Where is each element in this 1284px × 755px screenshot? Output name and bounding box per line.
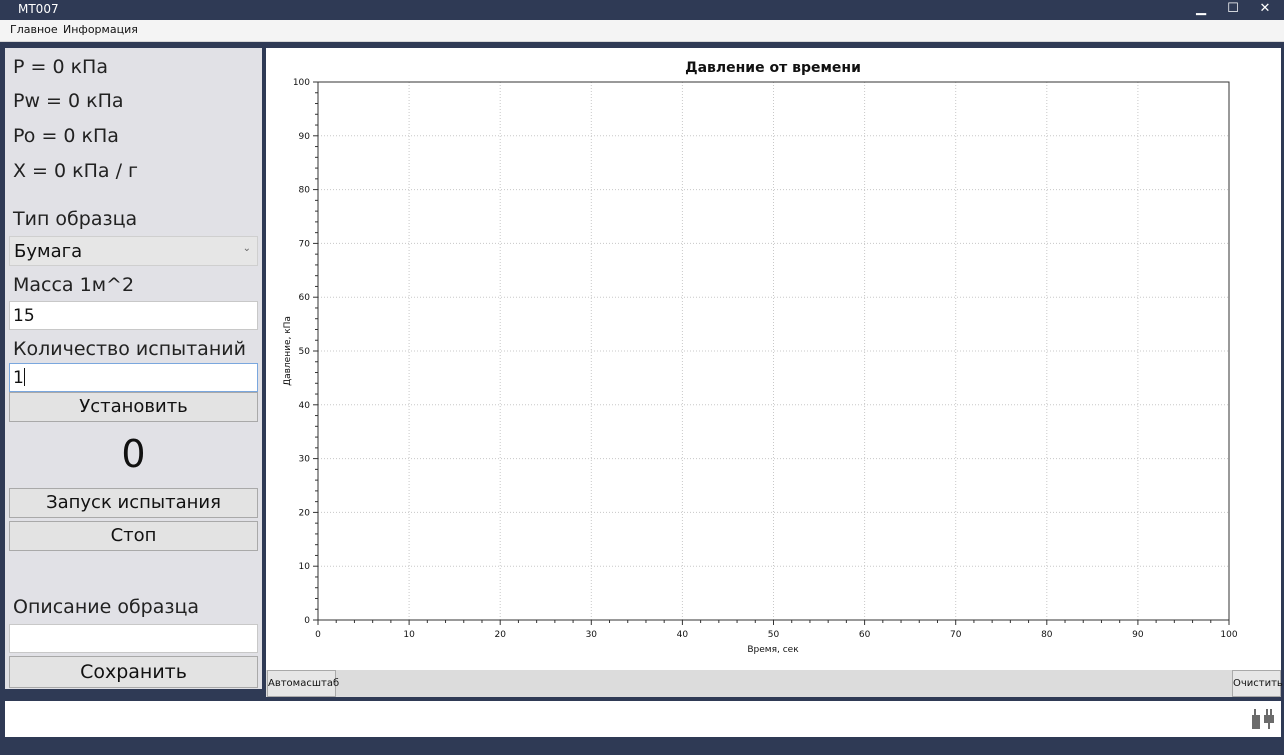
y-tick-label: 50 [299,347,311,357]
menu-item-main[interactable]: Главное [10,23,58,36]
pressure-chart: 0 10 20 30 40 50 60 70 80 90 100 0 10 20 30 40 50 60 70 80… [283,60,1238,655]
x-tick-label: 30 [586,630,598,640]
test-counter: 0 [121,432,146,476]
y-axis-ticks: 0 10 20 30 40 50 60 70 80 90 100 [293,78,318,626]
x-tick-label: 100 [1220,630,1237,640]
chart-toolbar [266,670,1281,697]
clear-button[interactable]: Очистить [1232,670,1283,697]
menu-item-info[interactable]: Информация [63,23,138,36]
x-tick-label: 80 [1041,630,1053,640]
text-caret [23,368,25,386]
y-tick-label: 90 [299,132,311,142]
status-bar [5,701,1281,737]
mass-label: Масса 1м^2 [13,274,135,296]
y-tick-label: 10 [299,562,311,572]
pressure-o-reading: Po = 0 кПа [13,125,119,147]
y-tick-label: 20 [299,508,311,518]
chart-grid [318,82,1229,620]
x-tick-label: 40 [677,630,689,640]
close-icon[interactable]: ✕ [1250,0,1280,20]
window-title: MT007 [18,2,59,16]
minor-ticks [315,92,1212,623]
tests-count-label: Количество испытаний [13,338,246,360]
y-tick-label: 100 [293,78,310,88]
tests-count-value: 1 [13,368,24,388]
set-button[interactable]: Установить [9,392,258,422]
x-tick-label: 10 [403,630,415,640]
y-tick-label: 30 [299,455,311,465]
x-tick-label: 60 [859,630,871,640]
plug-icon [1252,709,1274,729]
minimize-icon[interactable]: ▁ [1186,0,1216,20]
tests-count-input[interactable]: 1 [9,363,258,392]
y-tick-label: 70 [299,239,311,249]
x-tick-label: 50 [768,630,780,640]
stop-button[interactable]: Стоп [9,521,258,551]
maximize-icon[interactable]: ☐ [1218,0,1248,20]
save-button[interactable]: Сохранить [9,656,258,688]
chevron-down-icon: ⌄ [242,243,251,254]
x-axis-label: Время, сек [747,645,799,655]
sample-description-label: Описание образца [13,596,200,618]
y-axis-label: Давление, кПа [283,316,293,386]
chart-panel: 0 10 20 30 40 50 60 70 80 90 100 0 10 20 30 40 50 60 70 80… [266,48,1283,697]
pressure-reading: P = 0 кПа [13,56,108,78]
title-bar: MT007 ▁ ☐ ✕ [0,0,1284,20]
sample-type-value: Бумага [14,241,83,262]
y-tick-label: 60 [299,293,311,303]
sample-description-input[interactable] [9,624,258,653]
start-test-button[interactable]: Запуск испытания [9,488,258,518]
x-tick-label: 20 [494,630,506,640]
chart-title: Давление от времени [685,60,861,76]
control-panel: P = 0 кПа Pw = 0 кПа Po = 0 кПа X = 0 кП… [5,48,262,689]
sample-type-label: Тип образца [13,208,138,230]
mass-input[interactable]: 15 [9,301,258,330]
y-tick-label: 0 [304,616,310,626]
autoscale-button[interactable]: Автомасштаб [267,670,339,697]
x-tick-label: 90 [1132,630,1144,640]
menu-bar: Главное Информация [0,20,1284,42]
x-axis-ticks: 0 10 20 30 40 50 60 70 80 90 100 [315,620,1238,640]
x-reading: X = 0 кПа / г [13,160,139,182]
pressure-w-reading: Pw = 0 кПа [13,90,124,112]
y-tick-label: 80 [299,186,311,196]
x-tick-label: 0 [315,630,321,640]
y-tick-label: 40 [299,401,311,411]
sample-type-select[interactable]: Бумага ⌄ [9,236,258,266]
x-tick-label: 70 [950,630,962,640]
